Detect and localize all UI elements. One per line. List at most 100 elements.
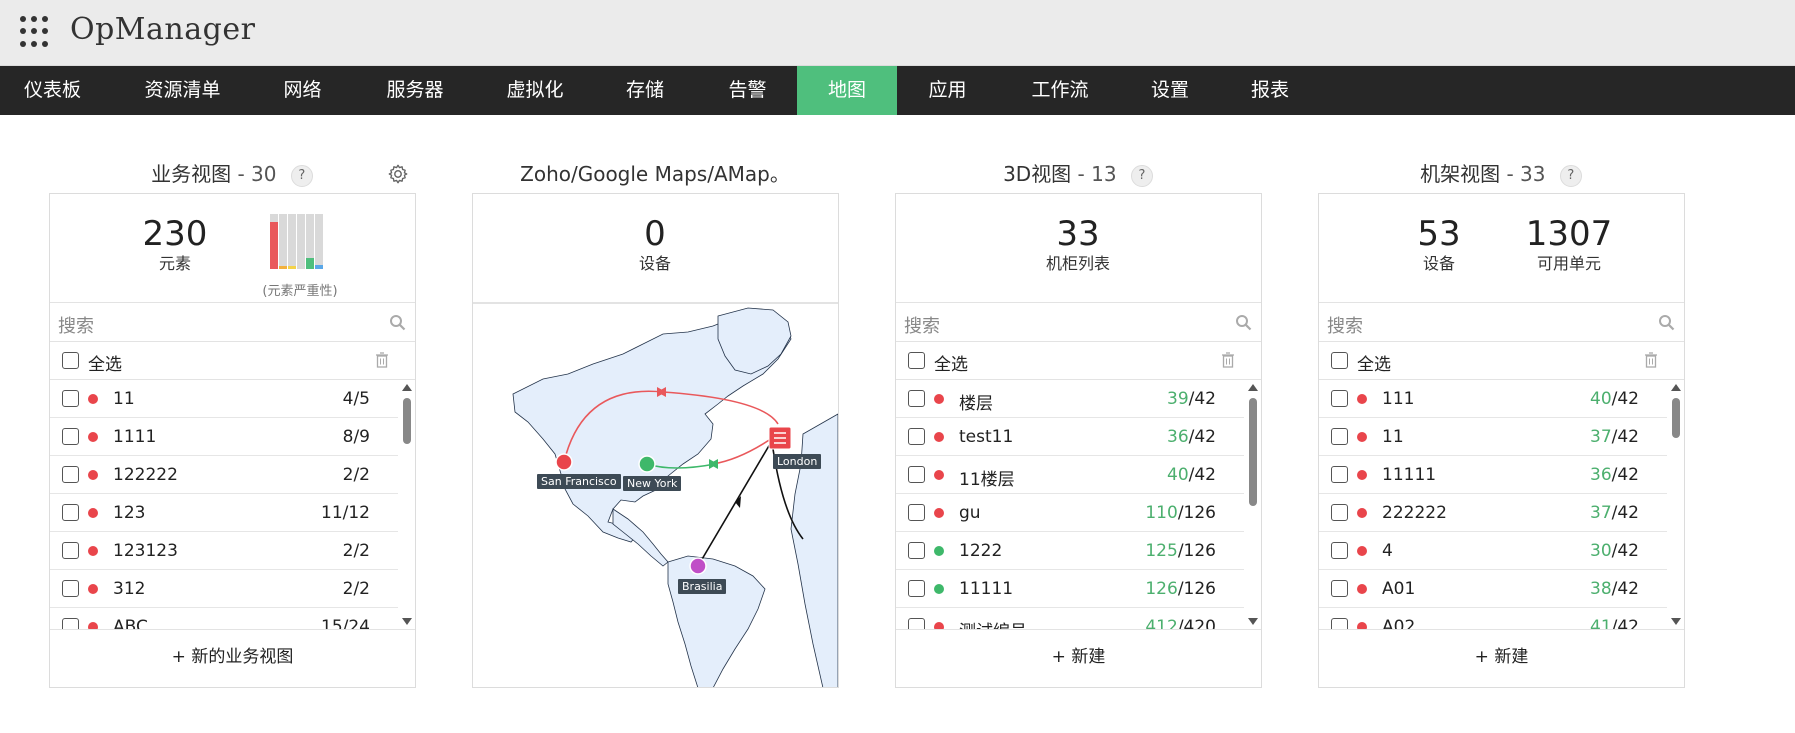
row-checkbox[interactable]: [62, 618, 79, 629]
row-checkbox[interactable]: [908, 580, 925, 597]
row-checkbox[interactable]: [908, 428, 925, 445]
scroll-up-icon[interactable]: [1671, 384, 1681, 391]
scroll-down-icon[interactable]: [1671, 618, 1681, 625]
nav-inventory[interactable]: 资源清单: [125, 66, 240, 115]
row-checkbox[interactable]: [908, 466, 925, 483]
list-item[interactable]: 111 40/42: [1319, 380, 1667, 418]
row-checkbox[interactable]: [1331, 428, 1348, 445]
map-node-new-york[interactable]: [638, 455, 656, 473]
nav-apps[interactable]: 应用: [905, 66, 990, 115]
row-checkbox[interactable]: [62, 466, 79, 483]
row-checkbox[interactable]: [1331, 542, 1348, 559]
severity-bar-5[interactable]: [306, 214, 314, 269]
list-item[interactable]: 122222 2/2: [50, 456, 398, 494]
row-checkbox[interactable]: [908, 504, 925, 521]
app-grid-icon[interactable]: [20, 16, 52, 48]
list-item[interactable]: 11111 126/126: [896, 570, 1244, 608]
help-icon[interactable]: ?: [1559, 164, 1582, 187]
scroll-thumb[interactable]: [1249, 398, 1257, 506]
list-item[interactable]: 123123 2/2: [50, 532, 398, 570]
rack-device-stat[interactable]: 53 设备: [1389, 214, 1489, 274]
row-checkbox[interactable]: [908, 618, 925, 629]
device-count-stat[interactable]: 0 设备: [600, 214, 710, 274]
list-scrollbar[interactable]: [398, 380, 415, 629]
new-3d-view-button[interactable]: + 新建: [896, 629, 1261, 687]
new-rack-view-button[interactable]: + 新建: [1319, 629, 1684, 687]
gear-icon[interactable]: [387, 163, 409, 185]
list-scrollbar[interactable]: [1667, 380, 1684, 629]
severity-bar-6[interactable]: [315, 214, 323, 269]
nav-dashboard[interactable]: 仪表板: [0, 66, 105, 115]
trash-icon[interactable]: [1644, 352, 1658, 368]
trash-icon[interactable]: [375, 352, 389, 368]
map-node-brasilia[interactable]: [689, 557, 707, 575]
row-checkbox[interactable]: [1331, 390, 1348, 407]
list-item[interactable]: 123 11/12: [50, 494, 398, 532]
list-scrollbar[interactable]: [1244, 380, 1261, 629]
nav-settings[interactable]: 设置: [1130, 66, 1210, 115]
select-all-checkbox[interactable]: [62, 352, 79, 369]
list-item[interactable]: 11 4/5: [50, 380, 398, 418]
row-checkbox[interactable]: [62, 428, 79, 445]
row-checkbox[interactable]: [62, 542, 79, 559]
rack-search[interactable]: 搜索: [1319, 303, 1684, 342]
scroll-thumb[interactable]: [403, 398, 411, 444]
scroll-up-icon[interactable]: [1248, 384, 1258, 391]
nav-servers[interactable]: 服务器: [365, 66, 465, 115]
row-checkbox[interactable]: [1331, 580, 1348, 597]
row-checkbox[interactable]: [62, 580, 79, 597]
row-checkbox[interactable]: [1331, 466, 1348, 483]
nav-maps[interactable]: 地图: [797, 66, 897, 115]
list-item[interactable]: ABC 15/24: [50, 608, 398, 629]
select-all-checkbox[interactable]: [908, 352, 925, 369]
search-icon[interactable]: [1235, 314, 1253, 332]
select-all-checkbox[interactable]: [1331, 352, 1348, 369]
available-units-stat[interactable]: 1307 可用单元: [1504, 214, 1634, 274]
list-item[interactable]: test11 36/42: [896, 418, 1244, 456]
row-checkbox[interactable]: [62, 504, 79, 521]
list-item[interactable]: 11 37/42: [1319, 418, 1667, 456]
row-checkbox[interactable]: [908, 390, 925, 407]
help-icon[interactable]: ?: [1130, 164, 1153, 187]
scroll-down-icon[interactable]: [402, 618, 412, 625]
nav-storage[interactable]: 存储: [605, 66, 685, 115]
scroll-down-icon[interactable]: [1248, 618, 1258, 625]
rack-list-stat[interactable]: 33 机柜列表: [1003, 214, 1153, 274]
severity-bar-2[interactable]: [279, 214, 287, 269]
help-icon[interactable]: ?: [290, 164, 313, 187]
3d-search[interactable]: 搜索: [896, 303, 1261, 342]
row-checkbox[interactable]: [1331, 618, 1348, 629]
element-count-stat[interactable]: 230 元素: [120, 214, 230, 274]
row-checkbox[interactable]: [908, 542, 925, 559]
business-search[interactable]: 搜索: [50, 303, 415, 342]
nav-reports[interactable]: 报表: [1230, 66, 1310, 115]
severity-bar-1[interactable]: [270, 214, 278, 269]
severity-bar-4[interactable]: [297, 214, 305, 269]
new-business-view-button[interactable]: + 新的业务视图: [50, 629, 415, 687]
search-icon[interactable]: [389, 314, 407, 332]
world-map-canvas[interactable]: [473, 304, 838, 687]
list-item[interactable]: 11楼层 40/42: [896, 456, 1244, 494]
nav-alarms[interactable]: 告警: [705, 66, 790, 115]
list-item[interactable]: 4 30/42: [1319, 532, 1667, 570]
search-icon[interactable]: [1658, 314, 1676, 332]
list-item[interactable]: 楼层 39/42: [896, 380, 1244, 418]
list-item[interactable]: A02 41/42: [1319, 608, 1667, 629]
nav-network[interactable]: 网络: [260, 66, 345, 115]
list-item[interactable]: gu 110/126: [896, 494, 1244, 532]
list-item[interactable]: 1111 8/9: [50, 418, 398, 456]
nav-virtualization[interactable]: 虚拟化: [485, 66, 585, 115]
scroll-thumb[interactable]: [1672, 398, 1680, 438]
trash-icon[interactable]: [1221, 352, 1235, 368]
list-item[interactable]: 11111 36/42: [1319, 456, 1667, 494]
row-checkbox[interactable]: [62, 390, 79, 407]
list-item[interactable]: A01 38/42: [1319, 570, 1667, 608]
row-checkbox[interactable]: [1331, 504, 1348, 521]
list-item[interactable]: 测试编号 412/420: [896, 608, 1244, 629]
list-item[interactable]: 1222 125/126: [896, 532, 1244, 570]
scroll-up-icon[interactable]: [402, 384, 412, 391]
severity-chart[interactable]: [270, 214, 325, 269]
nav-workflow[interactable]: 工作流: [1010, 66, 1110, 115]
map-node-san-francisco[interactable]: [555, 453, 573, 471]
world-map[interactable]: San Francisco New York London Brasilia: [473, 303, 838, 687]
